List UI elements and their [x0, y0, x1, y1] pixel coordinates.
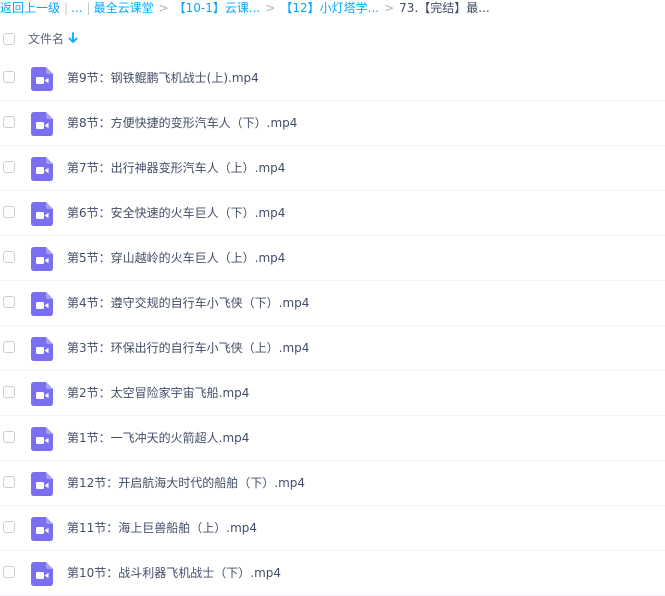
- file-name[interactable]: 第1节：一飞冲天的火箭超人.mp4: [67, 429, 249, 446]
- video-file-icon: [31, 67, 53, 91]
- file-name[interactable]: 第2节：太空冒险家宇宙飞船.mp4: [67, 384, 249, 401]
- breadcrumb-item[interactable]: 最全云课堂: [94, 1, 154, 15]
- file-row[interactable]: 第4节：遵守交规的自行车小飞侠（下）.mp4: [0, 281, 665, 326]
- file-name[interactable]: 第7节：出行神器变形汽车人（上）.mp4: [67, 159, 285, 176]
- video-file-icon: [31, 247, 53, 271]
- breadcrumb-item[interactable]: 【12】小灯塔学...: [280, 1, 379, 15]
- video-file-icon: [31, 202, 53, 226]
- arrow-down-icon[interactable]: [68, 31, 78, 45]
- file-name[interactable]: 第5节：穿山越岭的火车巨人（上）.mp4: [67, 249, 285, 266]
- row-checkbox[interactable]: [3, 296, 15, 308]
- row-checkbox[interactable]: [3, 116, 15, 128]
- breadcrumb-separator: >: [158, 1, 169, 15]
- video-file-icon: [31, 517, 53, 541]
- row-checkbox[interactable]: [3, 251, 15, 263]
- file-row[interactable]: 第5节：穿山越岭的火车巨人（上）.mp4: [0, 236, 665, 281]
- row-checkbox[interactable]: [3, 341, 15, 353]
- file-row[interactable]: 第3节：环保出行的自行车小飞侠（上）.mp4: [0, 326, 665, 371]
- row-checkbox[interactable]: [3, 386, 15, 398]
- file-name[interactable]: 第12节：开启航海大时代的船舶（下）.mp4: [67, 474, 305, 491]
- breadcrumb-divider: |: [86, 1, 91, 15]
- video-file-icon: [31, 292, 53, 316]
- breadcrumb-separator: >: [384, 1, 395, 15]
- breadcrumb: 返回上一级 |... | 最全云课堂 > 【10-1】云课... > 【12】小灯塔学... >…: [0, 0, 665, 18]
- file-name[interactable]: 第9节：钢铁鲲鹏飞机战士(上).mp4: [67, 69, 259, 86]
- row-checkbox[interactable]: [3, 521, 15, 533]
- breadcrumb-current: 73.【完结】最...: [399, 1, 490, 15]
- file-name[interactable]: 第11节：海上巨兽船舶（上）.mp4: [67, 519, 257, 536]
- breadcrumb-separator: >: [265, 1, 276, 15]
- file-name[interactable]: 第6节：安全快速的火车巨人（下）.mp4: [67, 204, 285, 221]
- file-list-header: 文件名: [0, 28, 665, 50]
- file-row[interactable]: 第9节：钢铁鲲鹏飞机战士(上).mp4: [0, 56, 665, 101]
- video-file-icon: [31, 157, 53, 181]
- video-file-icon: [31, 427, 53, 451]
- file-name[interactable]: 第8节：方便快捷的变形汽车人（下）.mp4: [67, 114, 297, 131]
- file-row[interactable]: 第6节：安全快速的火车巨人（下）.mp4: [0, 191, 665, 236]
- file-row[interactable]: 第1节：一飞冲天的火箭超人.mp4: [0, 416, 665, 461]
- file-row[interactable]: 第8节：方便快捷的变形汽车人（下）.mp4: [0, 101, 665, 146]
- breadcrumb-item[interactable]: 【10-1】云课...: [174, 1, 261, 15]
- row-checkbox[interactable]: [3, 566, 15, 578]
- file-name[interactable]: 第10节：战斗利器飞机战士（下）.mp4: [67, 564, 281, 581]
- video-file-icon: [31, 337, 53, 361]
- file-name[interactable]: 第4节：遵守交规的自行车小飞侠（下）.mp4: [67, 294, 309, 311]
- row-checkbox[interactable]: [3, 161, 15, 173]
- file-row[interactable]: 第12节：开启航海大时代的船舶（下）.mp4: [0, 461, 665, 506]
- row-checkbox[interactable]: [3, 206, 15, 218]
- file-row[interactable]: 第7节：出行神器变形汽车人（上）.mp4: [0, 146, 665, 191]
- file-row[interactable]: 第2节：太空冒险家宇宙飞船.mp4: [0, 371, 665, 416]
- video-file-icon: [31, 562, 53, 586]
- breadcrumb-divider: |: [64, 1, 69, 15]
- file-row[interactable]: 第11节：海上巨兽船舶（上）.mp4: [0, 506, 665, 551]
- breadcrumb-ellipsis[interactable]: ...: [71, 1, 82, 15]
- back-link[interactable]: 返回上一级: [0, 1, 60, 15]
- video-file-icon: [31, 382, 53, 406]
- video-file-icon: [31, 472, 53, 496]
- file-name[interactable]: 第3节：环保出行的自行车小飞侠（上）.mp4: [67, 339, 309, 356]
- row-checkbox[interactable]: [3, 476, 15, 488]
- column-filename-label[interactable]: 文件名: [28, 30, 64, 47]
- select-all-checkbox[interactable]: [3, 33, 15, 45]
- row-checkbox[interactable]: [3, 71, 15, 83]
- file-row[interactable]: 第10节：战斗利器飞机战士（下）.mp4: [0, 551, 665, 596]
- video-file-icon: [31, 112, 53, 136]
- row-checkbox[interactable]: [3, 431, 15, 443]
